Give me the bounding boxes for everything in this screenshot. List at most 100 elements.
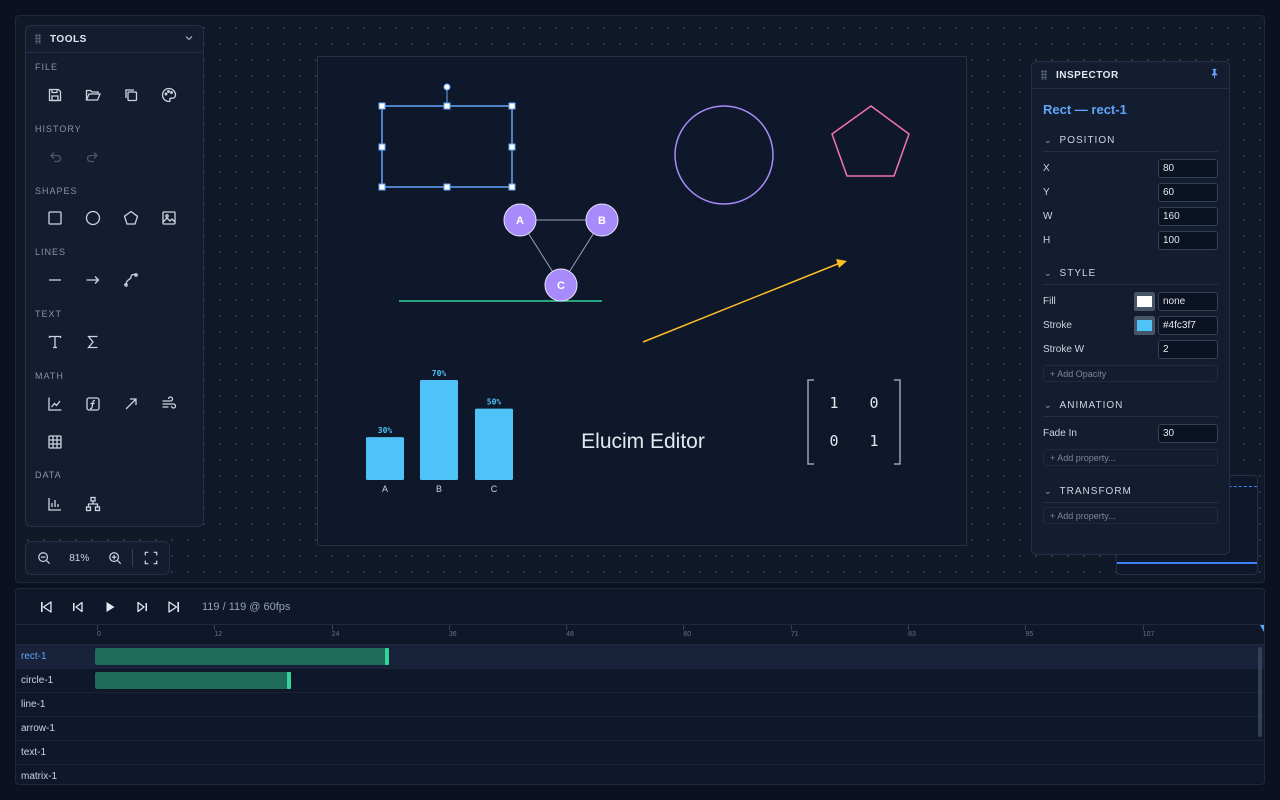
inspector-header[interactable]: INSPECTOR: [1032, 62, 1229, 89]
fill-color-swatch[interactable]: [1134, 291, 1155, 311]
graph-node-a[interactable]: A: [503, 203, 537, 237]
ruler-tick: 36: [448, 625, 457, 638]
stroke-width-input[interactable]: [1158, 339, 1218, 359]
graph-node-b[interactable]: B: [585, 203, 619, 237]
redo-icon[interactable]: [74, 143, 112, 171]
arrow-1[interactable]: [642, 259, 847, 343]
section-position[interactable]: ⌄ POSITION: [1032, 129, 1229, 151]
text-1[interactable]: Elucim Editor: [581, 430, 705, 453]
track-row[interactable]: circle-1: [16, 669, 1264, 693]
prop-y: Y: [1032, 180, 1229, 204]
image-icon[interactable]: [150, 204, 188, 232]
drag-grip-icon[interactable]: [35, 34, 41, 44]
stroke-color-swatch[interactable]: [1134, 315, 1155, 335]
copy-icon[interactable]: [112, 81, 150, 109]
graph-node-label: C: [557, 280, 565, 292]
timeline-ruler[interactable]: 0 12 24 36 48 60 71 83 95 107: [16, 625, 1264, 645]
add-opacity-button[interactable]: + Add Opacity: [1043, 365, 1218, 382]
height-input[interactable]: [1158, 230, 1218, 250]
prop-label: Fill: [1043, 295, 1056, 307]
function-icon[interactable]: [74, 390, 112, 418]
zoom-out-icon[interactable]: [32, 546, 56, 570]
section-transform[interactable]: ⌄ TRANSFORM: [1032, 480, 1229, 502]
track-row[interactable]: rect-1: [16, 645, 1264, 669]
tools-header[interactable]: TOOLS: [26, 26, 203, 53]
clip-resize-handle[interactable]: [286, 672, 291, 689]
folder-open-icon[interactable]: [74, 81, 112, 109]
history-tools: [36, 143, 112, 171]
bar-A: [366, 437, 404, 480]
matrix-1[interactable]: 1 0 0 1: [807, 379, 901, 465]
bar-value-label: 70%: [432, 369, 447, 378]
fill-input[interactable]: [1158, 291, 1218, 311]
prop-fill: Fill: [1032, 289, 1229, 313]
tools-title: TOOLS: [50, 33, 87, 45]
step-back-icon[interactable]: [62, 595, 94, 619]
axes-icon[interactable]: [36, 390, 74, 418]
curve-icon[interactable]: [112, 266, 150, 294]
stroke-input[interactable]: [1158, 315, 1218, 335]
zoom-level: 81%: [69, 552, 90, 564]
scene-canvas[interactable]: A B C 30% A 70% B 50% C Elucim Editor 1 …: [317, 56, 967, 546]
section-label-shapes: SHAPES: [35, 186, 78, 196]
track-clip[interactable]: [95, 648, 389, 665]
prop-label: Stroke W: [1043, 343, 1085, 355]
text-icon[interactable]: [36, 328, 74, 356]
track-clip[interactable]: [95, 672, 291, 689]
timeline-scrollbar[interactable]: [1258, 647, 1262, 737]
pentagon-icon[interactable]: [112, 204, 150, 232]
rect-1[interactable]: [381, 83, 513, 188]
ruler-tick: 71: [790, 625, 799, 638]
y-input[interactable]: [1158, 182, 1218, 202]
rectangle-icon[interactable]: [36, 204, 74, 232]
section-style-label: STYLE: [1059, 267, 1097, 279]
section-animation[interactable]: ⌄ ANIMATION: [1032, 394, 1229, 416]
track-row[interactable]: line-1: [16, 693, 1264, 717]
selection-handles[interactable]: [378, 102, 516, 191]
skip-to-end-icon[interactable]: [158, 595, 190, 619]
bar-chart-icon[interactable]: [36, 490, 74, 518]
play-icon[interactable]: [94, 595, 126, 619]
track-row[interactable]: text-1: [16, 741, 1264, 765]
tree-icon[interactable]: [74, 490, 112, 518]
circle-icon[interactable]: [74, 204, 112, 232]
bar-chart[interactable]: 30% A 70% B 50% C: [366, 369, 513, 494]
track-name: rect-1: [21, 651, 47, 662]
add-animation-property-button[interactable]: + Add property...: [1043, 449, 1218, 466]
width-input[interactable]: [1158, 206, 1218, 226]
step-forward-icon[interactable]: [126, 595, 158, 619]
clip-resize-handle[interactable]: [384, 648, 389, 665]
playhead-marker[interactable]: [1260, 625, 1264, 632]
bar-value-label: 50%: [487, 398, 502, 407]
pentagon-shape[interactable]: [831, 105, 910, 177]
ruler-tick: 24: [331, 625, 340, 638]
vector-field-icon[interactable]: [150, 390, 188, 418]
skip-to-start-icon[interactable]: [30, 595, 62, 619]
chevron-down-icon[interactable]: [184, 33, 194, 46]
pin-icon[interactable]: [1209, 68, 1220, 82]
track-row[interactable]: matrix-1: [16, 765, 1264, 784]
add-transform-property-button[interactable]: + Add property...: [1043, 507, 1218, 524]
undo-icon[interactable]: [36, 143, 74, 171]
section-style[interactable]: ⌄ STYLE: [1032, 262, 1229, 284]
zoom-in-icon[interactable]: [103, 546, 127, 570]
stroke-color-chip: [1137, 319, 1152, 331]
divider: [1043, 502, 1218, 503]
inspector-title: INSPECTOR: [1056, 69, 1119, 81]
drag-grip-icon[interactable]: [1041, 70, 1047, 80]
palette-icon[interactable]: [150, 81, 188, 109]
graph-node-c[interactable]: C: [544, 268, 578, 302]
track-row[interactable]: arrow-1: [16, 717, 1264, 741]
circle-1[interactable]: [674, 105, 774, 205]
save-icon[interactable]: [36, 81, 74, 109]
vector-icon[interactable]: [112, 390, 150, 418]
x-input[interactable]: [1158, 158, 1218, 178]
line-icon[interactable]: [36, 266, 74, 294]
fade-in-input[interactable]: [1158, 423, 1218, 443]
graph-node-label: A: [516, 215, 524, 227]
ruler-tick: 0: [97, 625, 101, 638]
table-grid-icon[interactable]: [36, 428, 74, 456]
sigma-icon[interactable]: [74, 328, 112, 356]
arrow-icon[interactable]: [74, 266, 112, 294]
fit-screen-icon[interactable]: [139, 546, 163, 570]
